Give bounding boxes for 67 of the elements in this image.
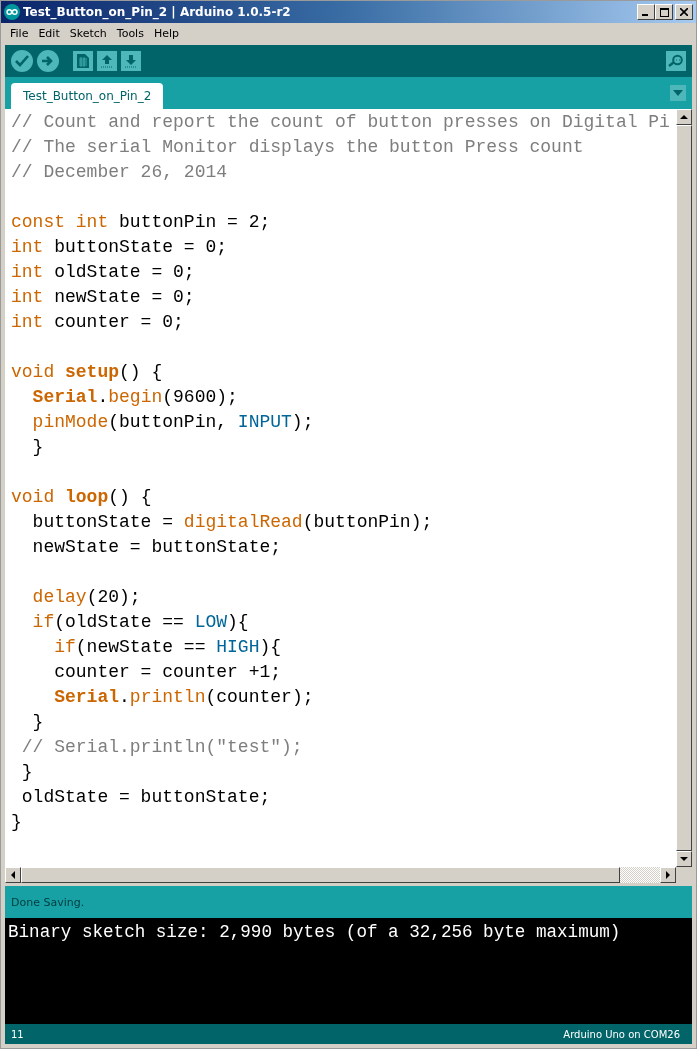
new-button[interactable]	[73, 51, 93, 71]
maximize-icon	[659, 7, 669, 17]
right-arrow-icon[interactable]	[666, 871, 670, 879]
menu-item[interactable]: Help	[148, 26, 184, 40]
upload-button[interactable]	[37, 50, 59, 72]
infinity-logo-icon	[4, 4, 20, 20]
code-line: const int buttonPin = 2;	[11, 211, 271, 234]
up-arrow-icon[interactable]	[680, 115, 688, 119]
scroll-up-button[interactable]	[676, 109, 692, 125]
maximize-button[interactable]	[655, 4, 673, 20]
code-line: // The serial Monitor displays the button Press count	[11, 136, 584, 159]
menu-item[interactable]: File	[5, 26, 34, 40]
serial-monitor-button[interactable]	[666, 51, 686, 71]
code-line: // December 26, 2014	[11, 161, 228, 184]
code-line: void setup() {	[11, 361, 163, 384]
menu-item[interactable]: Tools	[111, 26, 149, 40]
code-line: int oldState = 0;	[11, 261, 195, 284]
code-line: delay(20);	[31, 586, 141, 609]
checkmark-icon	[15, 55, 29, 67]
code-line: Serial.begin(9600);	[31, 386, 238, 409]
code-line: void loop() {	[11, 486, 152, 509]
menu-item[interactable]: Sketch	[64, 26, 112, 40]
scroll-down-button[interactable]	[676, 851, 692, 867]
code-line: buttonState = digitalRead(buttonPin);	[31, 511, 433, 534]
scroll-left-button[interactable]	[5, 867, 21, 883]
caret-icon	[673, 90, 683, 96]
open-button[interactable]	[97, 51, 117, 71]
status-message: Done Saving.	[11, 895, 85, 909]
save-button[interactable]	[121, 51, 141, 71]
scrollbar-thumb[interactable]	[676, 125, 692, 851]
close-icon	[680, 8, 688, 16]
tab-menu-button[interactable]	[670, 85, 686, 101]
board-port-label: Arduino Uno on COM26	[563, 1028, 680, 1040]
code-line: }	[31, 711, 44, 734]
code-line: int newState = 0;	[11, 286, 195, 309]
code-line: }	[20, 761, 33, 784]
close-button[interactable]	[675, 4, 693, 20]
code-line: // Serial.println("test");	[20, 736, 303, 759]
document-icon	[77, 54, 89, 68]
sketch-tab[interactable]: Test_Button_on_Pin_2	[11, 83, 164, 109]
code-line: int counter = 0;	[11, 311, 184, 334]
right-arrow-icon	[42, 55, 54, 67]
line-number: 11	[11, 1028, 24, 1040]
magnifier-icon	[668, 54, 684, 68]
code-line: if(newState == HIGH){	[53, 636, 282, 659]
code-line: Serial.println(counter);	[53, 686, 314, 709]
console-output: Binary sketch size: 2,990 bytes (of a 32,256 byte maximum)	[8, 922, 621, 942]
down-arrow-icon	[124, 54, 138, 68]
menu-item[interactable]: Edit	[33, 26, 65, 40]
up-arrow-icon	[100, 54, 114, 68]
scrollbar-thumb[interactable]	[21, 867, 620, 883]
scrollbar-corner	[676, 867, 692, 883]
left-arrow-icon[interactable]	[11, 871, 15, 879]
down-arrow-icon[interactable]	[680, 857, 688, 861]
code-line: pinMode(buttonPin, INPUT);	[31, 411, 314, 434]
code-line: }	[31, 436, 44, 459]
minimize-button[interactable]	[637, 4, 655, 20]
scroll-right-button[interactable]	[660, 867, 676, 883]
code-line: int buttonState = 0;	[11, 236, 228, 259]
verify-button[interactable]	[11, 50, 33, 72]
code-line: if(oldState == LOW){	[31, 611, 249, 634]
code-line: // Count and report the count of button presses on Digital Pi	[11, 111, 670, 134]
code-line: counter = counter +1;	[53, 661, 282, 684]
code-line: newState = buttonState;	[31, 536, 282, 559]
window-title: Test_Button_on_Pin_2 | Arduino 1.0.5-r2	[23, 5, 292, 19]
code-line: }	[11, 811, 22, 834]
code-line: oldState = buttonState;	[20, 786, 271, 809]
